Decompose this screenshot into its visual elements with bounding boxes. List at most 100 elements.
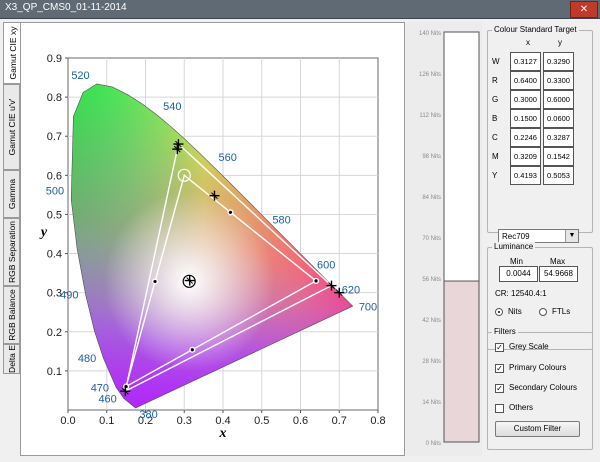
target-point-dot-y <box>228 210 232 214</box>
x-tick-label: 0.0 <box>60 415 75 427</box>
cell-c-y[interactable]: 0.3287 <box>543 128 574 147</box>
x-axis-label: x <box>219 426 227 441</box>
wavelength-label-580: 580 <box>272 215 290 227</box>
target-point-dot-r <box>314 279 318 283</box>
tab-label: Gamut CIE xy <box>7 26 18 80</box>
wavelength-label-470: 470 <box>91 382 109 394</box>
cell-c-x[interactable]: 0.2246 <box>510 128 541 147</box>
ftls-radio[interactable] <box>539 308 547 316</box>
luminance-bar-fill <box>443 280 480 443</box>
luminance-tick-label: 0 Nits <box>426 441 441 447</box>
chevron-down-icon[interactable]: ▼ <box>565 230 578 242</box>
others-checkbox[interactable] <box>495 404 504 413</box>
cell-g-y[interactable]: 0.6000 <box>543 90 574 109</box>
nits-radio[interactable] <box>495 308 503 316</box>
row-label-g: G <box>492 95 499 104</box>
y-tick-label: 0.6 <box>47 170 62 182</box>
wavelength-label-380: 380 <box>139 409 157 421</box>
luminance-axis: 140 Nits 126 Nits 112 Nits 98 Nits 84 Nits 70… <box>419 31 441 447</box>
cell-m-x[interactable]: 0.3209 <box>510 147 541 166</box>
colour-standard-target-group: Colour Standard Target x y W 0.3127 0.32… <box>487 25 593 243</box>
luminance-min-label: Min <box>510 257 523 266</box>
cell-y-y[interactable]: 0.5053 <box>543 166 574 185</box>
cell-b-y[interactable]: 0.0600 <box>543 109 574 128</box>
x-tick-label: 0.6 <box>293 415 308 427</box>
tab-gamut-cie-uv[interactable]: Gamut CIE u'v' <box>3 84 20 170</box>
cell-w-x[interactable]: 0.3127 <box>510 52 541 71</box>
custom-filter-button[interactable]: Custom Filter <box>495 421 580 437</box>
tab-rgb-balance[interactable]: RGB Balance <box>3 286 20 344</box>
tab-label: Gamut CIE u'v' <box>6 98 17 156</box>
luminance-legend: Luminance <box>492 242 536 251</box>
right-panel: Colour Standard Target x y W 0.3127 0.32… <box>484 22 598 456</box>
row-label-r: R <box>492 76 498 85</box>
primary-colours-checkbox[interactable]: ✓ <box>495 364 504 373</box>
colour-standard-select[interactable]: Rec709 ▼ <box>498 229 579 243</box>
tab-gamma[interactable]: Gamma <box>3 170 20 218</box>
y-tick-label: 0.7 <box>47 131 62 143</box>
colour-standard-legend: Colour Standard Target <box>492 25 579 34</box>
wavelength-label-540: 540 <box>163 101 181 113</box>
tab-rgb-separation[interactable]: RGB Separation <box>3 218 20 286</box>
tab-gamut-cie-xy[interactable]: Gamut CIE xy <box>3 22 21 84</box>
cell-r-x[interactable]: 0.6400 <box>510 71 541 90</box>
y-tick-label: 0.8 <box>47 92 62 104</box>
cell-y-x[interactable]: 0.4193 <box>510 166 541 185</box>
y-tick-label: 0.1 <box>47 366 62 378</box>
luminance-tick-label: 112 Nits <box>419 113 441 119</box>
cell-m-y[interactable]: 0.1542 <box>543 147 574 166</box>
luminance-tick-label: 42 Nits <box>422 318 441 324</box>
x-tick-label: 0.1 <box>99 415 114 427</box>
cell-g-x[interactable]: 0.3000 <box>510 90 541 109</box>
others-label: Others <box>509 403 534 412</box>
y-tick-label: 0.5 <box>47 209 62 221</box>
wavelength-label-700: 700 <box>359 301 377 313</box>
tab-label: RGB Separation <box>6 221 17 283</box>
luminance-tick-label: 126 Nits <box>419 72 441 78</box>
grey-scale-checkbox[interactable]: ✓ <box>495 343 504 352</box>
cie-xy-chart: 0.0 0.1 0.2 0.3 0.4 0.5 0.6 0.7 0.80.10.20.30.40… <box>39 53 386 441</box>
vertical-tab-strip: Gamut CIE xy Gamut CIE u'v' Gamma RGB Se… <box>3 22 21 456</box>
y-axis-label: y <box>39 225 48 240</box>
luminance-max-label: Max <box>550 257 566 266</box>
secondary-colours-label: Secondary Colours <box>509 383 578 392</box>
primary-colours-label: Primary Colours <box>509 363 567 372</box>
window-title: X3_QP_CMS0_01-11-2014 <box>5 2 127 13</box>
luminance-min-value: 0.0044 <box>499 266 538 282</box>
wavelength-label-500: 500 <box>46 186 64 198</box>
row-label-m: M <box>492 152 499 161</box>
cell-r-y[interactable]: 0.3300 <box>543 71 574 90</box>
luminance-bar-svg: 140 Nits 126 Nits 112 Nits 98 Nits 84 Nits 70… <box>419 31 480 447</box>
tab-delta-e[interactable]: Delta E <box>3 344 20 374</box>
title-bar: X3_QP_CMS0_01-11-2014 ✕ <box>0 0 600 19</box>
luminance-strip: 140 Nits 126 Nits 112 Nits 98 Nits 84 Nits 70… <box>406 22 482 456</box>
wavelength-label-460: 460 <box>98 393 116 405</box>
cell-b-x[interactable]: 0.1500 <box>510 109 541 128</box>
wavelength-label-520: 520 <box>71 70 89 82</box>
tab-label: Gamma <box>6 178 17 210</box>
filters-legend: Filters <box>492 327 518 336</box>
row-label-w: W <box>492 57 500 66</box>
cell-w-y[interactable]: 0.3290 <box>543 52 574 71</box>
x-tick-label: 0.5 <box>254 415 269 427</box>
tab-label: RGB Balance <box>6 289 17 341</box>
close-button[interactable]: ✕ <box>570 1 598 18</box>
luminance-tick-label: 14 Nits <box>422 400 441 406</box>
y-tick-label: 0.2 <box>47 327 62 339</box>
wavelength-label-480: 480 <box>78 353 96 365</box>
luminance-tick-label: 140 Nits <box>419 31 441 37</box>
y-tick-label: 0.9 <box>47 53 62 65</box>
col-header-y: y <box>558 38 562 47</box>
secondary-colours-checkbox[interactable]: ✓ <box>495 384 504 393</box>
wavelength-label-620: 620 <box>342 285 360 297</box>
wavelength-label-560: 560 <box>219 152 237 164</box>
row-label-b: B <box>492 114 498 123</box>
contrast-ratio: CR: 12540.4:1 <box>495 289 547 298</box>
target-point-dot-c <box>153 279 157 283</box>
target-point-dot-m <box>190 348 194 352</box>
x-tick-label: 0.3 <box>177 415 192 427</box>
nits-radio-label: Nits <box>508 307 522 316</box>
luminance-tick-label: 98 Nits <box>422 154 441 160</box>
luminance-tick-label: 28 Nits <box>422 359 441 365</box>
x-tick-label: 0.7 <box>332 415 347 427</box>
